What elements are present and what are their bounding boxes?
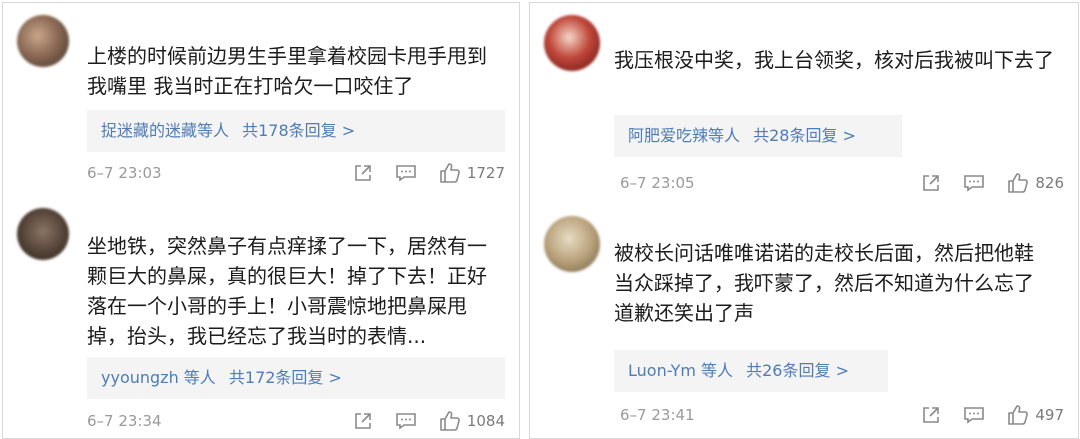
avatar[interactable] <box>544 216 600 272</box>
comment-icon[interactable] <box>395 411 417 431</box>
comment-icon[interactable] <box>395 163 417 183</box>
share-icon[interactable] <box>921 173 941 193</box>
reply-count[interactable]: 共178条回复 > <box>242 121 355 140</box>
comment-text: 坐地铁，突然鼻子有点痒揉了一下，居然有一颗巨大的鼻屎，真的很巨大！掉了下去！正好… <box>87 234 487 348</box>
thumbs-up-icon[interactable] <box>439 162 461 184</box>
avatar[interactable] <box>544 15 600 71</box>
avatar[interactable] <box>17 15 69 67</box>
like-count: 1084 <box>466 412 505 430</box>
like-count: 1727 <box>466 164 505 182</box>
comment-item: 上楼的时候前边男生手里拿着校园卡甩手甩到我嘴里 我当时正在打哈欠一口咬住了 捉迷… <box>3 3 519 203</box>
reply-preview[interactable]: yyoungzh 等人 共172条回复 > <box>87 357 505 399</box>
share-icon[interactable] <box>353 163 373 183</box>
reply-preview[interactable]: 阿肥爱吃辣等人 共28条回复 > <box>614 115 902 157</box>
comment-meta: 6–7 23:41 497 <box>620 403 1064 427</box>
thumbs-up-icon[interactable] <box>1007 404 1029 426</box>
reply-users[interactable]: 捉迷藏的迷藏等人 <box>101 121 229 140</box>
comment-icon[interactable] <box>963 405 985 425</box>
thumbs-up-icon[interactable] <box>1007 172 1029 194</box>
avatar[interactable] <box>17 208 69 260</box>
comment-meta: 6–7 23:34 1084 <box>87 409 505 433</box>
comment-actions: 826 <box>899 171 1064 195</box>
reply-count[interactable]: 共28条回复 > <box>753 126 856 145</box>
reply-users[interactable]: 阿肥爱吃辣等人 <box>628 126 740 145</box>
comment-panel-right: 我压根没中奖，我上台领奖，核对后我被叫下去了 阿肥爱吃辣等人 共28条回复 > … <box>529 2 1079 439</box>
comment-meta: 6–7 23:05 826 <box>620 171 1064 195</box>
reply-count[interactable]: 共172条回复 > <box>229 368 342 387</box>
share-icon[interactable] <box>353 411 373 431</box>
like-count: 497 <box>1035 406 1064 424</box>
comment-actions: 1084 <box>331 409 505 433</box>
comment-icon[interactable] <box>963 173 985 193</box>
like-count: 826 <box>1035 174 1064 192</box>
reply-preview[interactable]: 捉迷藏的迷藏等人 共178条回复 > <box>87 110 505 152</box>
comment-text: 我压根没中奖，我上台领奖，核对后我被叫下去了 <box>614 48 1054 72</box>
reply-users[interactable]: Luon-Ym 等人 <box>628 361 733 380</box>
reply-preview[interactable]: Luon-Ym 等人 共26条回复 > <box>614 350 888 392</box>
comment-time: 6–7 23:34 <box>87 412 162 430</box>
comment-item: 我压根没中奖，我上台领奖，核对后我被叫下去了 阿肥爱吃辣等人 共28条回复 > … <box>530 3 1078 208</box>
comment-time: 6–7 23:03 <box>87 164 162 182</box>
comment-meta: 6–7 23:03 1727 <box>87 161 505 185</box>
comment-actions: 1727 <box>331 161 505 185</box>
comment-time: 6–7 23:41 <box>620 406 695 424</box>
comment-item: 坐地铁，突然鼻子有点痒揉了一下，居然有一颗巨大的鼻屎，真的很巨大！掉了下去！正好… <box>3 203 519 438</box>
comment-text: 上楼的时候前边男生手里拿着校园卡甩手甩到我嘴里 我当时正在打哈欠一口咬住了 <box>87 44 487 98</box>
reply-count[interactable]: 共26条回复 > <box>746 361 849 380</box>
reply-users[interactable]: yyoungzh 等人 <box>101 368 216 387</box>
share-icon[interactable] <box>921 405 941 425</box>
comment-actions: 497 <box>899 403 1064 427</box>
comment-panel-left: 上楼的时候前边男生手里拿着校园卡甩手甩到我嘴里 我当时正在打哈欠一口咬住了 捉迷… <box>2 2 520 439</box>
comment-text: 被校长问话唯唯诺诺的走校长后面，然后把他鞋当众踩掉了，我吓蒙了，然后不知道为什么… <box>614 241 1034 325</box>
comment-time: 6–7 23:05 <box>620 174 695 192</box>
comment-item: 被校长问话唯唯诺诺的走校长后面，然后把他鞋当众踩掉了，我吓蒙了，然后不知道为什么… <box>530 208 1078 438</box>
thumbs-up-icon[interactable] <box>439 410 461 432</box>
